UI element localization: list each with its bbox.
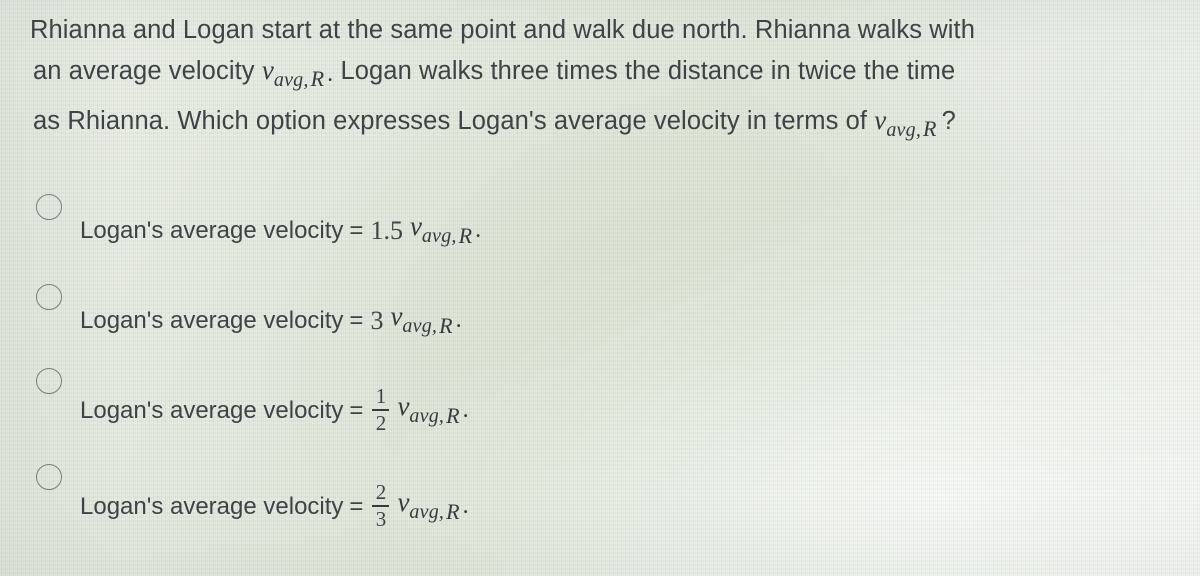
fraction-denominator: 2 [375,410,387,435]
answer-option-1-body: Logan's average velocity = 1.5 vavg,R. [80,211,481,251]
answer-option-1-coefficient: 1.5 [370,215,403,245]
prompt-line-3-text-a: as Rhianna. Which option expresses Logan… [33,106,868,135]
prompt-line-1: Rhianna and Logan start at the same poin… [30,10,1150,50]
answer-option-3-math: vavg,R. [397,391,468,431]
answer-option-1-label: Logan's average velocity [80,216,344,244]
prompt-line-1-text: Rhianna and Logan start at the same poin… [30,16,975,44]
answer-option-2[interactable]: Logan's average velocity = 3 vavg,R. [0,276,1200,366]
question-prompt: Rhianna and Logan start at the same poin… [30,10,1150,150]
fraction-numerator: 2 [375,479,387,504]
prompt-line-2: an average velocity vavg,R. Logan walks … [33,50,1150,100]
math-subscript: avg, [402,314,438,337]
answer-option-2-coefficient: 3 [370,305,384,335]
math-subscript-r: R [446,402,460,428]
answer-option-4-equals: = [349,493,364,520]
answer-option-3[interactable]: Logan's average velocity = 1 2 vavg,R. [0,366,1200,456]
prompt-line-3: as Rhianna. Which option expresses Logan… [33,100,1150,150]
answer-option-3-label: Logan's average velocity [80,397,344,424]
math-subscript: avg, [409,404,445,427]
math-subscript-r: R [310,66,325,92]
fraction-denominator: 3 [375,506,387,531]
question-screen: Rhianna and Logan start at the same poin… [0,0,1200,576]
math-subscript-r: R [439,312,453,338]
answer-option-3-fraction: 1 2 [370,383,397,435]
radio-button-option-2[interactable] [36,284,62,310]
radio-button-option-4[interactable] [36,464,62,490]
math-period: . [462,397,469,424]
answer-option-4-fraction: 2 3 [370,479,397,531]
math-subscript: avg, [886,118,922,141]
answer-option-3-body: Logan's average velocity = 1 2 vavg,R. [80,383,469,436]
answer-option-4-math: vavg,R. [397,487,468,527]
answer-option-2-equals: = [349,306,364,334]
answer-option-1-math: vavg,R. [410,211,481,251]
math-variable: v [397,487,410,518]
math-subscript-r: R [923,116,937,142]
math-subscript: avg, [421,224,457,247]
math-subscript-r: R [446,498,460,524]
math-variable: v [390,301,403,332]
answer-option-4[interactable]: Logan's average velocity = 2 3 vavg,R. [0,462,1200,552]
answer-option-4-label: Logan's average velocity [80,493,344,520]
math-period: . [462,493,469,520]
math-variable: v [261,55,274,85]
radio-button-option-3[interactable] [36,368,62,394]
answer-option-1[interactable]: Logan's average velocity = 1.5 vavg,R. [0,186,1200,276]
answer-option-2-body: Logan's average velocity = 3 vavg,R. [80,301,462,341]
math-period: . [455,307,462,334]
math-variable: v [409,211,422,242]
prompt-line-2-text-b: Logan walks three times the distance in … [340,57,956,85]
answer-option-2-label: Logan's average velocity [80,306,344,334]
math-variable: v [397,391,410,422]
math-variable: v [874,104,887,135]
answer-option-3-equals: = [349,397,364,424]
question-mark: ? [941,106,956,135]
prompt-line-2-text-a: an average velocity [33,57,255,85]
math-subscript-r: R [458,222,473,248]
math-period: . [475,217,482,244]
fraction-numerator: 1 [375,383,387,408]
answer-options-list: Logan's average velocity = 1.5 vavg,R. L… [0,186,1200,546]
answer-option-2-math: vavg,R. [390,301,461,341]
math-period: . [327,61,334,88]
radio-button-option-1[interactable] [36,194,62,220]
answer-option-4-body: Logan's average velocity = 2 3 vavg,R. [80,479,469,532]
math-subscript: avg, [273,68,309,91]
math-v-avg-r-inline-1: vavg,R. [261,55,334,91]
math-subscript: avg, [409,500,445,523]
math-v-avg-r-inline-2: vavg,R [874,104,936,141]
answer-option-1-equals: = [349,216,364,244]
